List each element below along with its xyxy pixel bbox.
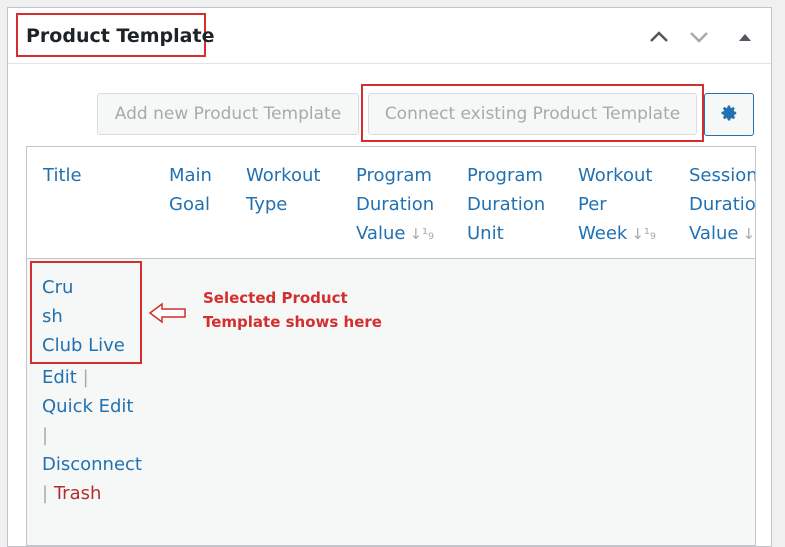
edit-link[interactable]: Edit <box>42 367 77 388</box>
sort-icon: ↓¹₉ <box>631 225 656 243</box>
column-header-program-duration-unit[interactable]: Program Duration Unit <box>467 161 545 248</box>
column-header-program-duration-value[interactable]: Program Duration Value ↓¹₉ <box>356 161 434 249</box>
gear-icon <box>720 104 738 126</box>
separator: | <box>42 483 49 504</box>
chevron-down-icon[interactable] <box>688 26 710 48</box>
separator: | <box>82 367 89 388</box>
annotation-line-2: Template shows here <box>203 313 382 331</box>
separator: | <box>42 425 49 446</box>
column-header-main-goal[interactable]: Main Goal <box>169 161 212 219</box>
panel-header: Product Template <box>8 8 771 64</box>
table-header: Title Main Goal Workout Type Program Dur… <box>27 147 755 259</box>
sort-icon: ↓¹₉ <box>409 225 435 243</box>
trash-link[interactable]: Trash <box>54 483 102 504</box>
add-new-product-template-button[interactable]: Add new Product Template <box>97 93 359 135</box>
column-header-title[interactable]: Title <box>43 161 82 190</box>
selected-title-highlight-box <box>30 261 142 364</box>
column-header-workout-per-week[interactable]: Workout Per Week ↓¹₉ <box>578 161 656 249</box>
annotation-callout: Selected Product Template shows here <box>203 286 382 334</box>
chevron-up-icon[interactable] <box>648 26 670 48</box>
settings-button[interactable] <box>704 93 754 136</box>
sort-icon: ↓ <box>742 225 756 243</box>
column-header-workout-type[interactable]: Workout Type <box>246 161 320 219</box>
annotation-line-1: Selected Product <box>203 289 348 307</box>
quick-edit-link[interactable]: Quick Edit <box>42 392 142 421</box>
panel-title: Product Template <box>26 25 215 47</box>
connect-highlight-box <box>361 84 704 142</box>
disconnect-link[interactable]: Disconnect <box>42 450 142 479</box>
triangle-up-icon[interactable] <box>734 26 756 48</box>
left-arrow-icon <box>148 302 188 328</box>
column-header-session-duration-value[interactable]: Session Duration Value↓ <box>689 161 756 249</box>
